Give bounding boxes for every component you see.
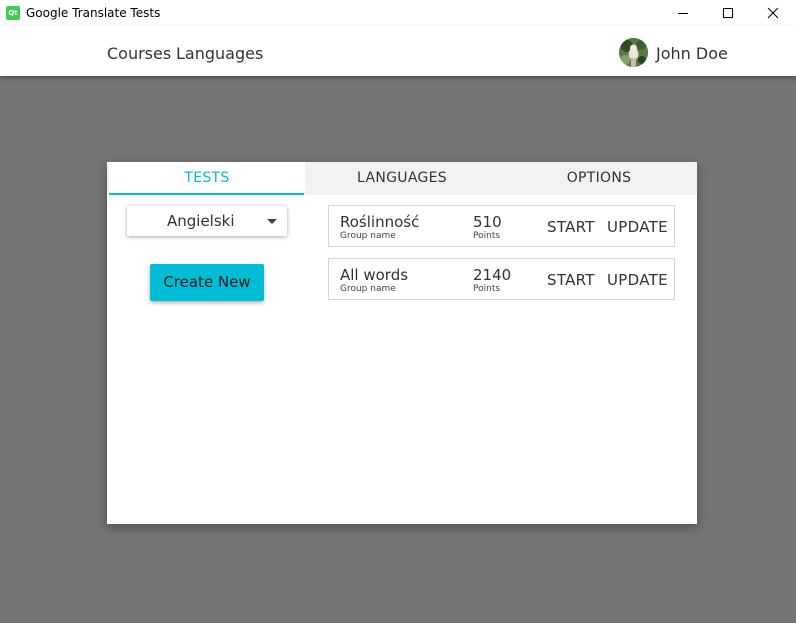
window-titlebar: Qt Google Translate Tests — [0, 0, 796, 26]
group-name-caption: Group name — [340, 231, 396, 241]
group-points-caption: Points — [473, 284, 501, 294]
maximize-icon — [723, 8, 733, 18]
nav-courses-link[interactable]: Courses — [107, 44, 171, 63]
tests-card: TESTS LANGUAGES OPTIONS Angielski Create… — [107, 162, 697, 524]
create-new-button[interactable]: Create New — [150, 264, 264, 301]
tab-bar: TESTS LANGUAGES OPTIONS — [107, 162, 697, 195]
minimize-button[interactable] — [660, 0, 706, 26]
language-select-value: Angielski — [167, 212, 235, 230]
close-icon — [767, 7, 779, 19]
tab-tests[interactable]: TESTS — [109, 162, 305, 195]
group-row: All words Group name 2140 Points START U… — [328, 258, 675, 300]
start-button[interactable]: START — [547, 218, 595, 236]
tab-options[interactable]: OPTIONS — [501, 162, 697, 195]
group-name: All words — [340, 266, 409, 284]
group-name: Roślinność — [340, 213, 420, 231]
language-select[interactable]: Angielski — [127, 206, 287, 236]
start-button[interactable]: START — [547, 271, 595, 289]
app-toolbar: Courses Languages John Doe — [0, 26, 796, 76]
qt-logo-icon: Qt — [6, 6, 20, 20]
user-name[interactable]: John Doe — [656, 44, 728, 63]
group-row: Roślinność Group name 510 Points START U… — [328, 205, 675, 247]
window-title: Google Translate Tests — [26, 6, 161, 20]
group-name-caption: Group name — [340, 284, 396, 294]
maximize-button[interactable] — [705, 0, 751, 26]
group-points: 2140 — [473, 266, 512, 284]
dropdown-arrow-icon — [267, 219, 277, 224]
update-button[interactable]: UPDATE — [607, 271, 668, 289]
group-points-caption: Points — [473, 231, 501, 241]
update-button[interactable]: UPDATE — [607, 218, 668, 236]
nav-languages-link[interactable]: Languages — [176, 44, 263, 63]
tab-languages[interactable]: LANGUAGES — [304, 162, 500, 195]
group-points: 510 — [473, 213, 502, 231]
close-button[interactable] — [750, 0, 796, 26]
avatar[interactable] — [619, 38, 648, 67]
minimize-icon — [678, 13, 688, 14]
user-avatar-icon — [619, 38, 648, 67]
